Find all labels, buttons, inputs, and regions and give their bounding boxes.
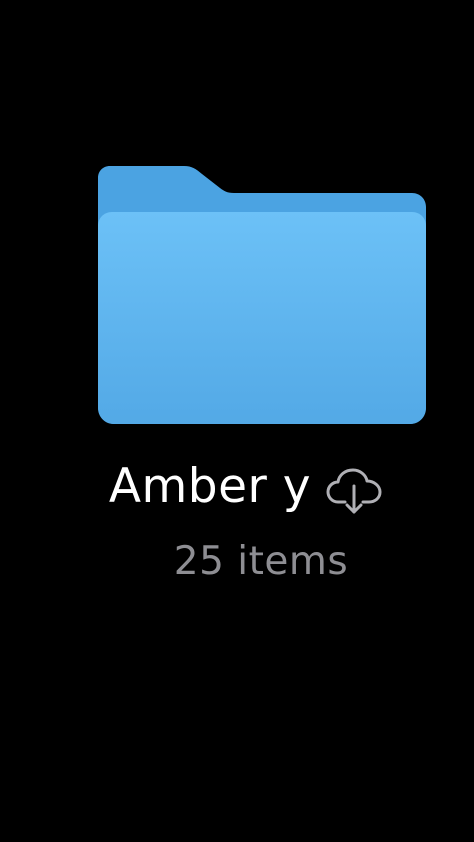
folder-icon[interactable] (98, 166, 426, 424)
files-screen: Amber y 25 items (0, 0, 474, 842)
item-count: 25 items (173, 539, 349, 584)
folder-tile[interactable]: Amber y 25 items (0, 0, 474, 842)
folder-name-row: Amber y (0, 456, 474, 518)
cloud-download-icon[interactable] (325, 466, 385, 516)
folder-name: Amber y (108, 459, 312, 514)
